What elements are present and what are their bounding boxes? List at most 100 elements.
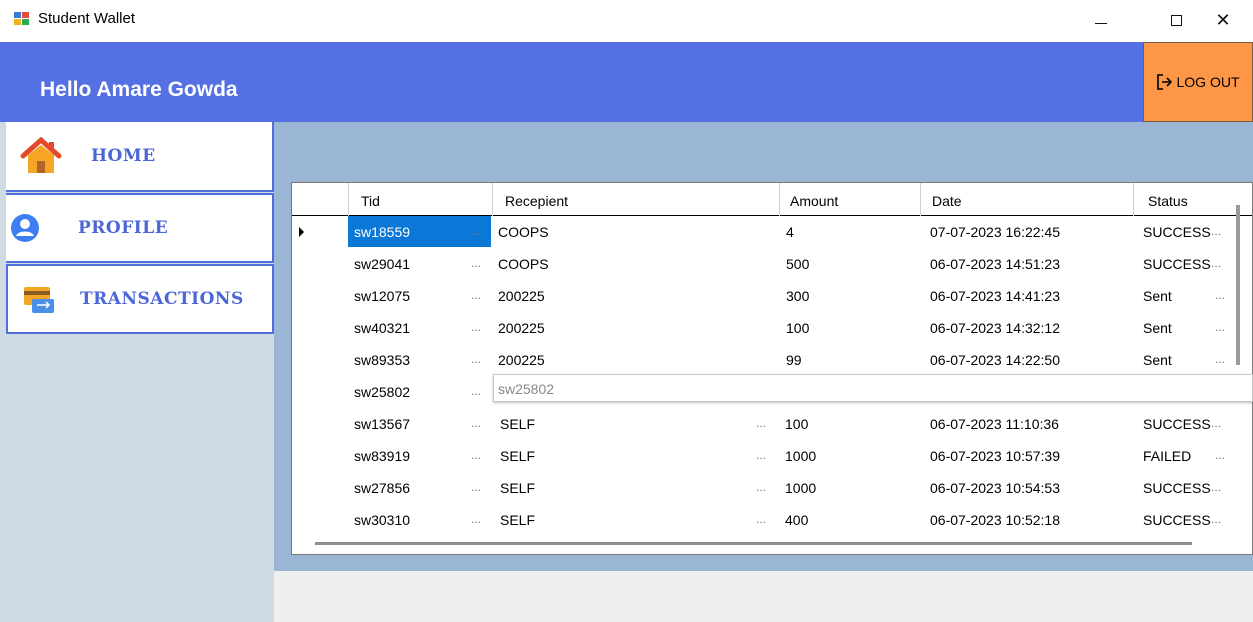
cell-recipient[interactable]: SELF — [494, 408, 754, 439]
cell-status[interactable]: SUCCESS — [1137, 216, 1217, 247]
status-ellipsis: ... — [1215, 352, 1226, 366]
cell-tid[interactable]: sw30310 — [348, 504, 491, 535]
table-row[interactable]: sw13567... SELF... 100 06-07-2023 11:10:36 S… — [291, 408, 1253, 439]
table-row[interactable]: sw18559... COOPS 4 07-07-2023 16:22:45 SUCCE… — [291, 216, 1253, 247]
cell-amount[interactable]: 4 — [780, 216, 900, 247]
cell-tid[interactable]: sw83919 — [348, 440, 491, 471]
cell-amount[interactable]: 400 — [779, 504, 899, 535]
minimize-icon — [1095, 22, 1107, 24]
column-header-date[interactable]: Date — [921, 183, 1134, 216]
cell-amount[interactable]: 500 — [780, 248, 900, 279]
column-header-tid[interactable]: Tid — [349, 183, 493, 216]
tid-ellipsis: ... — [471, 512, 482, 526]
cell-date[interactable]: 06-07-2023 14:32:12 — [924, 312, 1124, 343]
cell-tid[interactable]: sw29041 — [348, 248, 491, 279]
maximize-icon — [1170, 14, 1182, 26]
cell-status[interactable]: SUCCESS — [1137, 408, 1217, 439]
cell-recipient[interactable]: 200225 — [492, 344, 752, 375]
app-header: Hello Amare Gowda — [0, 42, 1253, 122]
cell-status[interactable]: Sent — [1137, 344, 1217, 375]
table-row[interactable]: sw83919... SELF... 1000 06-07-2023 10:57:39… — [291, 440, 1253, 471]
recipient-ellipsis: ... — [756, 448, 767, 462]
table-row[interactable]: sw12075... 200225 300 06-07-2023 14:41:23 Se… — [291, 280, 1253, 311]
logout-button[interactable]: LOG OUT — [1143, 42, 1253, 122]
cell-status[interactable]: Sent — [1137, 280, 1217, 311]
maximize-button[interactable] — [1153, 0, 1199, 40]
sidebar-item-profile[interactable]: PROFILE — [6, 193, 274, 263]
cell-date[interactable]: 06-07-2023 10:52:18 — [924, 504, 1124, 535]
status-ellipsis: ... — [1215, 448, 1226, 462]
cell-tid[interactable]: sw25802 — [348, 376, 491, 407]
cell-amount[interactable]: 300 — [780, 280, 900, 311]
window-title: Student Wallet — [38, 10, 135, 27]
recipient-ellipsis: ... — [756, 512, 767, 526]
tid-ellipsis: ... — [471, 256, 482, 270]
cell-tid[interactable]: sw40321 — [348, 312, 491, 343]
cell-date[interactable]: 06-07-2023 14:22:50 — [924, 344, 1124, 375]
cell-recipient[interactable]: 200225 — [492, 280, 752, 311]
app-icon — [14, 12, 30, 26]
current-row-indicator-icon — [299, 227, 304, 237]
sidebar-item-home[interactable]: HOME — [6, 122, 274, 192]
cell-date[interactable]: 06-07-2023 10:57:39 — [924, 440, 1124, 471]
greeting-text: Hello Amare Gowda — [40, 78, 238, 101]
cell-recipient[interactable]: SELF — [494, 440, 754, 471]
cell-status[interactable]: SUCCESS — [1137, 248, 1217, 279]
sidebar-item-label: HOME — [91, 146, 156, 166]
table-row[interactable]: sw89353... 200225 99 06-07-2023 14:22:50 Sen… — [291, 344, 1253, 375]
cell-date[interactable]: 06-07-2023 11:10:36 — [924, 408, 1124, 439]
table-row[interactable]: sw30310... SELF... 400 06-07-2023 10:52:18 S… — [291, 504, 1253, 535]
cell-recipient[interactable]: COOPS — [492, 248, 752, 279]
close-icon: ✕ — [1215, 9, 1231, 30]
home-icon — [14, 136, 68, 176]
cell-amount[interactable]: 100 — [780, 312, 900, 343]
cell-recipient[interactable]: 200225 — [492, 312, 752, 343]
cell-recipient[interactable]: SELF — [494, 472, 754, 503]
table-row[interactable]: sw40321... 200225 100 06-07-2023 14:32:12 Se… — [291, 312, 1253, 343]
cell-recipient[interactable]: SELF — [494, 504, 754, 535]
sidebar-item-transactions[interactable]: TRANSACTIONS — [6, 264, 274, 334]
recipient-ellipsis: ... — [756, 480, 767, 494]
cell-tid[interactable]: sw27856 — [348, 472, 491, 503]
grid-header: Tid Recepient Amount Date Status — [292, 183, 1252, 216]
vertical-scrollbar[interactable] — [1236, 205, 1240, 365]
cell-date[interactable]: 06-07-2023 10:54:53 — [924, 472, 1124, 503]
status-ellipsis: ... — [1211, 416, 1222, 430]
title-bar: Student Wallet ✕ — [0, 0, 1253, 42]
status-ellipsis: ... — [1211, 256, 1222, 270]
cell-amount[interactable]: 1000 — [779, 472, 899, 503]
cell-amount[interactable]: 100 — [779, 408, 899, 439]
cell-editor-input[interactable]: sw25802 — [493, 374, 1253, 402]
tid-ellipsis: ... — [471, 352, 482, 366]
cell-tid[interactable]: sw13567 — [348, 408, 491, 439]
status-ellipsis: ... — [1215, 320, 1226, 334]
cell-date[interactable]: 06-07-2023 14:41:23 — [924, 280, 1124, 311]
cell-status[interactable]: SUCCESS — [1137, 472, 1217, 503]
logout-icon — [1157, 74, 1173, 90]
minimize-button[interactable] — [1078, 0, 1124, 40]
cell-tid[interactable]: sw89353 — [348, 344, 491, 375]
close-button[interactable]: ✕ — [1200, 0, 1246, 40]
cell-status[interactable]: FAILED — [1137, 440, 1217, 471]
cell-status[interactable]: Sent — [1137, 312, 1217, 343]
cell-amount[interactable]: 1000 — [779, 440, 899, 471]
tid-ellipsis: ... — [471, 320, 482, 334]
cell-status[interactable]: SUCCESS — [1137, 504, 1217, 535]
table-row[interactable]: sw27856... SELF... 1000 06-07-2023 10:54:53… — [291, 472, 1253, 503]
tid-ellipsis: ... — [471, 384, 482, 398]
tid-ellipsis: ... — [471, 480, 482, 494]
cell-tid[interactable]: sw18559 — [348, 216, 491, 247]
column-header-amount[interactable]: Amount — [780, 183, 921, 216]
cell-tid[interactable]: sw12075 — [348, 280, 491, 311]
cell-amount[interactable]: 99 — [780, 344, 900, 375]
footer-area — [274, 571, 1253, 622]
cell-recipient[interactable]: COOPS — [492, 216, 752, 247]
sidebar-item-label: TRANSACTIONS — [80, 289, 244, 309]
column-header-recipient[interactable]: Recepient — [493, 183, 780, 216]
card-icon — [12, 279, 66, 319]
cell-date[interactable]: 07-07-2023 16:22:45 — [924, 216, 1124, 247]
cell-date[interactable]: 06-07-2023 14:51:23 — [924, 248, 1124, 279]
horizontal-scrollbar[interactable] — [315, 542, 1192, 545]
user-icon — [0, 208, 52, 248]
table-row[interactable]: sw29041... COOPS 500 06-07-2023 14:51:23 SUC… — [291, 248, 1253, 279]
